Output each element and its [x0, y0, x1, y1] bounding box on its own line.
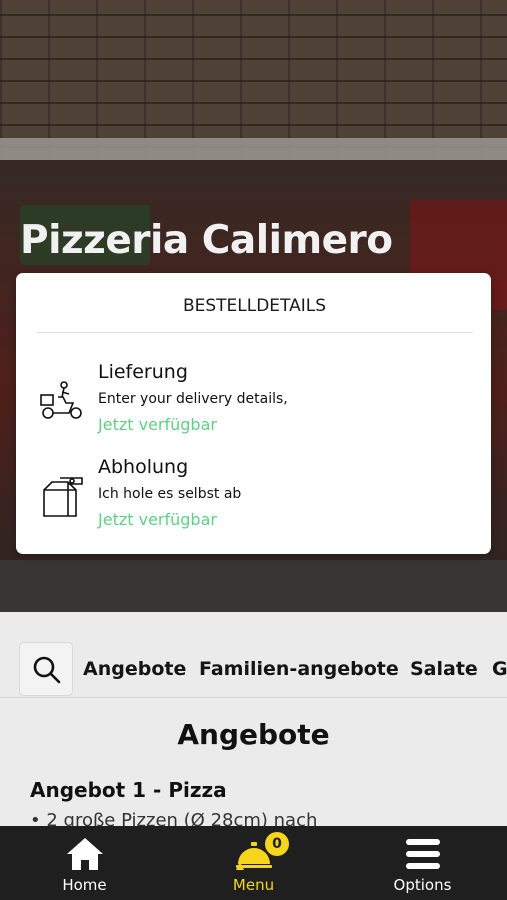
- category-bar: Angebote Familien-angebote Salate G: [0, 640, 507, 698]
- delivery-option[interactable]: Lieferung Enter your delivery details, J…: [38, 361, 468, 443]
- delivery-description: Enter your delivery details,: [98, 391, 288, 407]
- nav-menu[interactable]: 0 Menu: [169, 826, 338, 900]
- hamburger-menu-icon: [405, 839, 440, 869]
- pickup-title: Abholung: [98, 456, 189, 478]
- delivery-status: Jetzt verfügbar: [98, 415, 217, 434]
- pickup-status: Jetzt verfügbar: [98, 510, 217, 529]
- order-details-card: BESTELLDETAILS Lieferung Enter your deli…: [16, 273, 491, 554]
- nav-options[interactable]: Options: [338, 826, 507, 900]
- order-details-heading: BESTELLDETAILS: [36, 291, 473, 333]
- search-icon: [33, 656, 61, 684]
- nav-options-label: Options: [393, 876, 452, 894]
- menu-item-title[interactable]: Angebot 1 - Pizza: [30, 778, 227, 802]
- category-tab-salate[interactable]: Salate: [410, 658, 478, 680]
- category-tab-angebote[interactable]: Angebote: [83, 658, 186, 680]
- restaurant-title: Pizzeria Calimero: [20, 218, 393, 263]
- search-button[interactable]: [19, 642, 73, 696]
- nav-home[interactable]: Home: [0, 826, 169, 900]
- category-tab-next[interactable]: G: [492, 658, 507, 680]
- nav-menu-label: Menu: [232, 876, 275, 894]
- home-icon: [66, 838, 103, 870]
- pickup-option[interactable]: Abholung Ich hole es selbst ab Jetzt ver…: [38, 456, 468, 538]
- category-tab-familien-angebote[interactable]: Familien-angebote: [199, 658, 399, 680]
- delivery-scooter-icon: [40, 381, 82, 419]
- section-title: Angebote: [177, 718, 330, 751]
- nav-home-label: Home: [62, 876, 107, 894]
- delivery-title: Lieferung: [98, 361, 188, 383]
- bottom-navigation: Home 0 Menu Options: [0, 826, 507, 900]
- cart-count-badge: 0: [265, 832, 289, 856]
- pickup-description: Ich hole es selbst ab: [98, 486, 242, 502]
- takeaway-bag-icon: [43, 477, 83, 517]
